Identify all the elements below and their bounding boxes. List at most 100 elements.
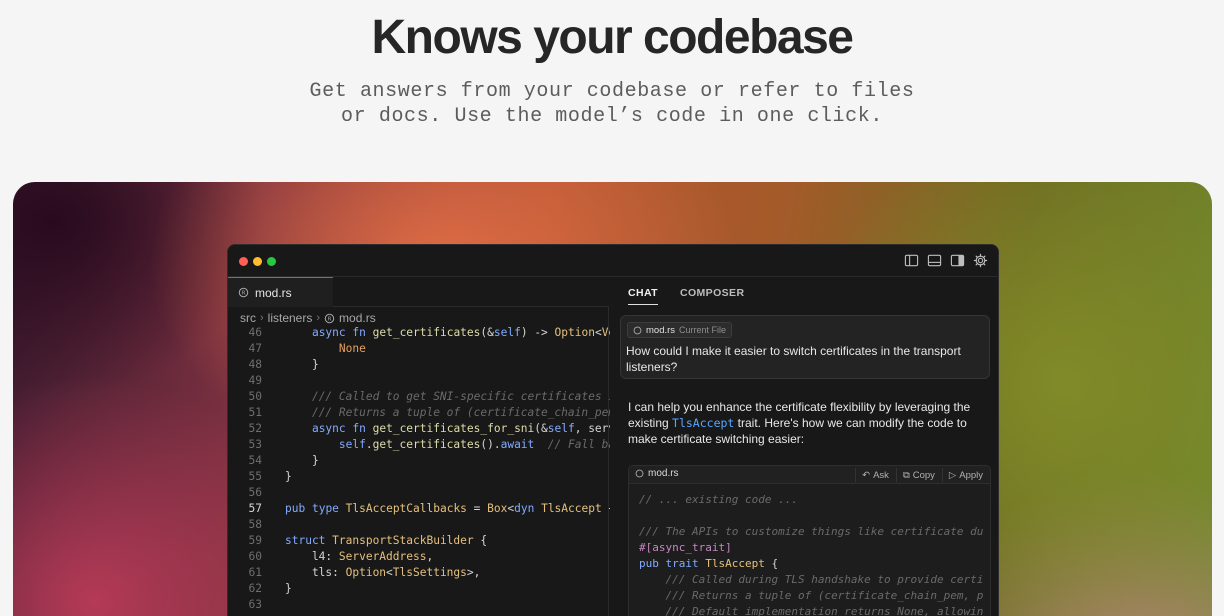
tab-composer[interactable]: COMPOSER — [680, 287, 744, 305]
line-number: 48 — [248, 358, 262, 371]
editor-tab-label: mod.rs — [255, 285, 292, 300]
code-line[interactable]: 61 tls: Option<TlsSettings>, — [228, 565, 609, 581]
line-code: } — [285, 454, 319, 467]
code-line[interactable]: 49 — [228, 373, 609, 389]
line-number: 60 — [248, 550, 262, 563]
reply-inline-code: TlsAccept — [672, 416, 735, 430]
line-code: } — [285, 470, 292, 483]
code-line[interactable]: 62} — [228, 581, 609, 597]
tab-chat[interactable]: CHAT — [628, 287, 658, 305]
code-line[interactable]: 53 self.get_certificates().await // Fall… — [228, 437, 629, 453]
code-line[interactable]: 55} — [228, 469, 609, 485]
close-window-button[interactable] — [239, 257, 248, 266]
panel-bottom-icon[interactable] — [927, 253, 942, 268]
line-code: async fn get_certificates_for_sni(&self,… — [311, 422, 629, 435]
code-line[interactable]: 54 } — [228, 453, 609, 469]
code-line[interactable]: 46 async fn get_certificates(&self) -> O… — [228, 325, 622, 341]
code-block-line — [639, 508, 984, 524]
subtitle-line-2: or docs. Use the model’s code in one cli… — [341, 105, 883, 128]
code-block-line: /// Called during TLS handshake to provi… — [665, 573, 984, 586]
line-code: l4: ServerAddress, — [285, 550, 434, 563]
code-block-file: mod.rs — [635, 468, 679, 479]
sidebar-left-icon[interactable] — [904, 253, 919, 268]
breadcrumb-src[interactable]: src — [240, 311, 256, 325]
code-block-line: /// The APIs to customize things like ce… — [639, 525, 984, 538]
code-line[interactable]: 58 — [228, 517, 609, 533]
line-code: tls: Option<TlsSettings>, — [285, 566, 481, 579]
line-code: pub type TlsAcceptCallbacks = Box<dyn Tl… — [285, 502, 629, 515]
code-line[interactable]: 48 } — [228, 357, 609, 373]
code-block-line: // ... existing code ... — [639, 493, 798, 506]
code-block-filename: mod.rs — [648, 468, 679, 479]
code-lines[interactable]: 46 async fn get_certificates(&self) -> O… — [228, 325, 629, 613]
apply-label: Apply — [959, 469, 983, 481]
line-number: 52 — [248, 422, 262, 435]
line-number: 47 — [248, 342, 262, 355]
user-question: How could I make it easier to switch cer… — [626, 344, 961, 374]
svg-text:R: R — [328, 316, 332, 322]
subtitle-line-1: Get answers from your codebase or refer … — [309, 80, 915, 103]
chevron-right-icon: › — [260, 312, 264, 324]
tab-strip — [333, 277, 609, 307]
line-number: 50 — [248, 390, 262, 403]
reply-arrow-icon: ↶ — [862, 469, 871, 481]
code-line[interactable]: 47 None — [228, 341, 609, 357]
code-line[interactable]: 59 struct TransportStackBuilder { — [228, 533, 609, 549]
ask-label: Ask — [873, 469, 889, 481]
code-line[interactable]: 51 /// Returns a tuple of (certificate_c… — [228, 405, 622, 421]
breadcrumb: src › listeners › R mod.rs — [240, 310, 376, 326]
sidebar-right-icon[interactable] — [950, 253, 965, 268]
breadcrumb-listeners[interactable]: listeners — [268, 311, 313, 325]
ask-button[interactable]: ↶ Ask — [855, 468, 892, 482]
line-number: 54 — [248, 454, 262, 467]
line-number: 51 — [248, 406, 262, 419]
code-block-lines: // ... existing code ... /// The APIs to… — [639, 492, 984, 616]
line-number: 53 — [248, 438, 262, 451]
rust-file-icon — [633, 326, 642, 334]
code-block-actions: ↶ Ask ⧉ Copy ▷ Apply — [855, 468, 986, 482]
page-subtitle: Get answers from your codebase or refer … — [300, 79, 924, 129]
copy-button[interactable]: ⧉ Copy — [895, 468, 938, 482]
editor-tab-mod-rs[interactable]: R mod.rs — [228, 277, 333, 307]
code-block-line: /// Returns a tuple of (certificate_chai… — [665, 589, 984, 602]
code-line[interactable]: 63 — [228, 597, 609, 613]
line-code: } — [285, 358, 319, 371]
code-line[interactable]: 52 async fn get_certificates_for_sni(&se… — [228, 421, 629, 437]
rust-file-icon: R — [238, 287, 249, 298]
line-number: 55 — [248, 470, 262, 483]
rust-file-icon — [635, 469, 644, 478]
editor-window: R mod.rs src › listeners › R mod.rs 46 a… — [227, 244, 999, 616]
rust-file-icon: R — [324, 313, 335, 323]
code-line[interactable]: 60 l4: ServerAddress, — [228, 549, 609, 565]
code-line[interactable]: 50 /// Called to get SNI-specific certif… — [228, 389, 622, 405]
user-message[interactable]: mod.rs Current File How could I make it … — [620, 315, 990, 379]
line-code: } — [285, 582, 292, 595]
line-number: 63 — [248, 598, 262, 611]
apply-button[interactable]: ▷ Apply — [941, 468, 986, 482]
assistant-reply: I can help you enhance the certificate f… — [628, 399, 990, 447]
gear-icon[interactable] — [973, 253, 988, 268]
file-context-chip[interactable]: mod.rs Current File — [627, 322, 733, 338]
code-editor[interactable]: R mod.rs src › listeners › R mod.rs 46 a… — [228, 277, 629, 616]
code-block-line: #[async_trait] — [639, 541, 732, 554]
maximize-window-button[interactable] — [267, 257, 276, 266]
line-code: None — [338, 342, 366, 355]
chat-tabs: CHAT COMPOSER — [628, 287, 744, 305]
breadcrumb-mod-rs[interactable]: mod.rs — [339, 311, 376, 325]
line-code: self.get_certificates().await // Fall ba… — [338, 438, 629, 451]
file-chip-name: mod.rs — [646, 324, 676, 336]
code-line[interactable]: 57 pub type TlsAcceptCallbacks = Box<dyn … — [228, 501, 629, 517]
code-block-line: pub trait TlsAccept { — [639, 557, 779, 570]
code-block-line: /// Default implementation returns None,… — [665, 605, 984, 616]
suggested-code-block: mod.rs ↶ Ask ⧉ Copy ▷ Apply // ... exist… — [628, 465, 991, 616]
copy-icon: ⧉ — [902, 469, 910, 481]
code-line[interactable]: 56 — [228, 485, 609, 501]
line-code: struct TransportStackBuilder { — [285, 534, 488, 547]
line-number: 56 — [248, 486, 262, 499]
line-code: async fn get_certificates(&self) -> Opti… — [311, 326, 622, 339]
page-title: Knows your codebase — [371, 11, 854, 64]
minimize-window-button[interactable] — [253, 257, 262, 266]
chat-panel: CHAT COMPOSER mod.rs Current File How co… — [610, 277, 998, 616]
window-titlebar — [228, 245, 998, 277]
line-code: /// Called to get SNI-specific certifica… — [311, 390, 622, 403]
